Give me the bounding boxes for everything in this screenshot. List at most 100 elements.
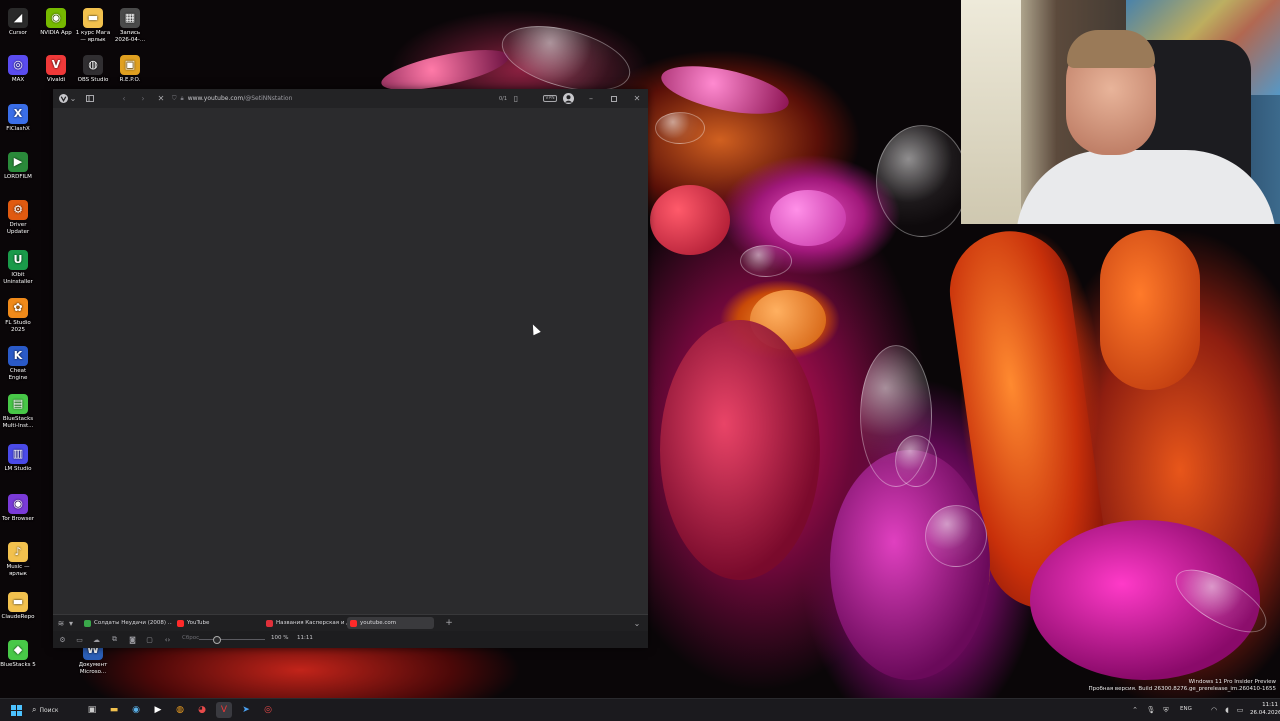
tiling-icon[interactable]: ⧉ (110, 635, 119, 644)
desktop-icon-label: LM Studio (4, 466, 32, 472)
desktop-icon[interactable]: K Cheat Engine (0, 346, 36, 381)
desktop-icon-label: Music — ярлык (6, 564, 30, 577)
desktop-icon-label: IObit Uninstaller (3, 272, 33, 285)
desktop-icon-label: MAX (11, 77, 25, 83)
forward-button[interactable]: › (138, 89, 148, 108)
cursor-app-icon: ◢ (8, 8, 28, 28)
status-bar: ⚙ ▭ ☁ ⧉ ◙ ▢ ‹› Сброс 100 % 11:11 (53, 631, 648, 648)
vivaldi-browser-window: ⌄ ‹ › ✕ ⛉ 🔒︎ www.youtube.com/@SetiNNstat… (53, 89, 648, 648)
taskbar-search[interactable]: ⌕ Поиск (32, 702, 76, 718)
chrome-like-browser-icon[interactable]: ◉ (128, 702, 144, 718)
desktop-icon[interactable]: X FlClashX (0, 104, 36, 133)
browser-tab[interactable]: YouTube (174, 617, 261, 629)
camera-icon[interactable]: ◙ (128, 635, 137, 644)
clock-date: 26.04.2026 (1250, 710, 1280, 716)
bluestacks-icon: ▤ (8, 394, 28, 414)
panel-toggle-icon[interactable] (84, 89, 96, 108)
desktop-icon[interactable]: ♪ Music — ярлык (0, 542, 36, 577)
task-view-icon[interactable]: ▣ (84, 702, 100, 718)
desktop-icon[interactable]: ▤ BlueStacks Multi-Inst... (0, 394, 36, 429)
browser-tab[interactable]: Названия Касперская и дис... (263, 617, 348, 629)
recording-app-icon[interactable]: ◎ (260, 702, 276, 718)
zoom-slider-thumb[interactable] (213, 636, 221, 644)
iobit-icon[interactable]: ◍ (172, 702, 188, 718)
search-icon: ⌕ (32, 705, 37, 714)
clock-time: 11:11 (1262, 702, 1278, 708)
address-bar[interactable]: ⛉ 🔒︎ www.youtube.com/@SetiNNstation (172, 92, 542, 105)
desktop-icon-label: Cheat Engine (8, 368, 28, 381)
desktop-icon[interactable]: ▬ 1 курс Мага — ярлык (75, 8, 111, 43)
media-player-icon[interactable]: ▶ (150, 702, 166, 718)
desktop-icon-label: Cursor (8, 30, 28, 36)
desktop-icon[interactable]: ▶ LORDFILM (0, 152, 36, 181)
profile-avatar[interactable] (562, 89, 575, 108)
desktop-icon[interactable]: ◢ Cursor (0, 8, 36, 37)
close-button[interactable]: ✕ (631, 89, 643, 108)
zoom-slider[interactable] (199, 636, 265, 644)
desktop-icon[interactable]: ◎ MAX (0, 55, 36, 84)
desktop-icon[interactable]: ◆ BlueStacks 5 (0, 640, 36, 669)
desktop-icon[interactable]: V Vivaldi (38, 55, 74, 84)
desktop-icon[interactable]: ▥ LM Studio (0, 444, 36, 473)
chevron-down-icon[interactable]: ▾ (67, 615, 75, 631)
language-indicator[interactable]: ENG (1180, 706, 1192, 712)
code-icon[interactable]: ‹› (163, 635, 172, 644)
watermark-build: Пробная версия. Build 26300.8276.ge_prer… (1088, 686, 1276, 692)
file-explorer-icon[interactable]: ▬ (106, 702, 122, 718)
max-app-icon: ◎ (8, 55, 28, 75)
desktop-icon[interactable]: ◍ OBS Studio (75, 55, 111, 84)
battery-icon[interactable]: ▭ (1232, 702, 1248, 718)
vivaldi-menu-icon[interactable] (57, 89, 69, 108)
url-text[interactable]: www.youtube.com/@SetiNNstation (188, 95, 293, 102)
tab-favicon-icon (350, 619, 357, 627)
desktop-icon[interactable]: ◉ NVIDIA App (38, 8, 74, 37)
maximize-button[interactable] (608, 89, 620, 108)
desktop-icon[interactable]: ▣ R.E.P.O. (112, 55, 148, 84)
zoom-level[interactable]: 100 % (271, 635, 288, 641)
desktop-icon[interactable]: U IObit Uninstaller (0, 250, 36, 285)
bookmark-icon[interactable]: ▯ (511, 89, 521, 108)
zoom-reset-label[interactable]: Сброс (182, 635, 199, 641)
desktop-icon[interactable]: ▬ ClaudeRepo (0, 592, 36, 621)
windows-watermark: Windows 11 Pro Insider Preview Пробная в… (1088, 679, 1276, 693)
tab-bar: ≋ ▾ Солдаты Неудачи (2008) ... YouTube Наз… (53, 614, 648, 631)
music-folder-icon: ♪ (8, 542, 28, 562)
desktop-icon[interactable]: ▦ Запись 2026-04-... (112, 8, 148, 43)
microphone-icon[interactable]: 🎙︎ (1143, 702, 1159, 718)
nvidia-icon: ◉ (46, 8, 66, 28)
desktop-icon[interactable]: ✿ FL Studio 2025 (0, 298, 36, 333)
tray-overflow-chevron-icon[interactable]: ⌃ (1127, 702, 1143, 718)
webcam-window-bg (961, 0, 1021, 224)
desktop-icon-label: BlueStacks 5 (0, 662, 36, 668)
flclashx-icon: X (8, 104, 28, 124)
settings-gear-icon[interactable]: ⚙ (58, 635, 67, 644)
tab-stack-icon[interactable]: ≋ (56, 615, 66, 631)
site-info-icon[interactable]: ⛉ (172, 95, 177, 103)
vivaldi-icon: V (46, 55, 66, 75)
minimize-button[interactable]: – (585, 89, 597, 108)
uninstaller-icon: U (8, 250, 28, 270)
google-chrome-icon[interactable]: ◕ (194, 702, 210, 718)
vpn-button[interactable]: VPN (542, 89, 558, 108)
capture-icon[interactable]: ▭ (75, 635, 84, 644)
chevron-down-icon[interactable]: ⌄ (69, 89, 77, 108)
vivaldi-taskbar-icon[interactable]: V (216, 702, 232, 718)
browser-tab[interactable]: Солдаты Неудачи (2008) ... (81, 617, 172, 629)
telegram-icon[interactable]: ➤ (238, 702, 254, 718)
tab-favicon-icon (266, 619, 273, 627)
desktop-icon-label: OBS Studio (77, 77, 109, 83)
watermark-edition: Windows 11 Pro Insider Preview (1188, 679, 1276, 685)
sync-cloud-icon[interactable]: ☁ (92, 635, 101, 644)
back-button[interactable]: ‹ (119, 89, 129, 108)
security-icon[interactable]: ⛨ (1158, 702, 1174, 718)
desktop-icon[interactable]: ◉ Tor Browser (0, 494, 36, 523)
desktop-icon[interactable]: ⚙ Driver Updater (0, 200, 36, 235)
taskbar-clock[interactable]: 11:11 26.04.2026 (1250, 701, 1280, 717)
start-button[interactable] (8, 702, 24, 718)
tab-menu-chevron-icon[interactable]: ⌄ (631, 615, 643, 631)
window-icon[interactable]: ▢ (145, 635, 154, 644)
stop-loading-button[interactable]: ✕ (156, 89, 166, 108)
browser-tab[interactable]: youtube.com (347, 617, 434, 629)
new-tab-button[interactable]: + (443, 615, 455, 631)
status-clock: 11:11 (297, 635, 313, 641)
